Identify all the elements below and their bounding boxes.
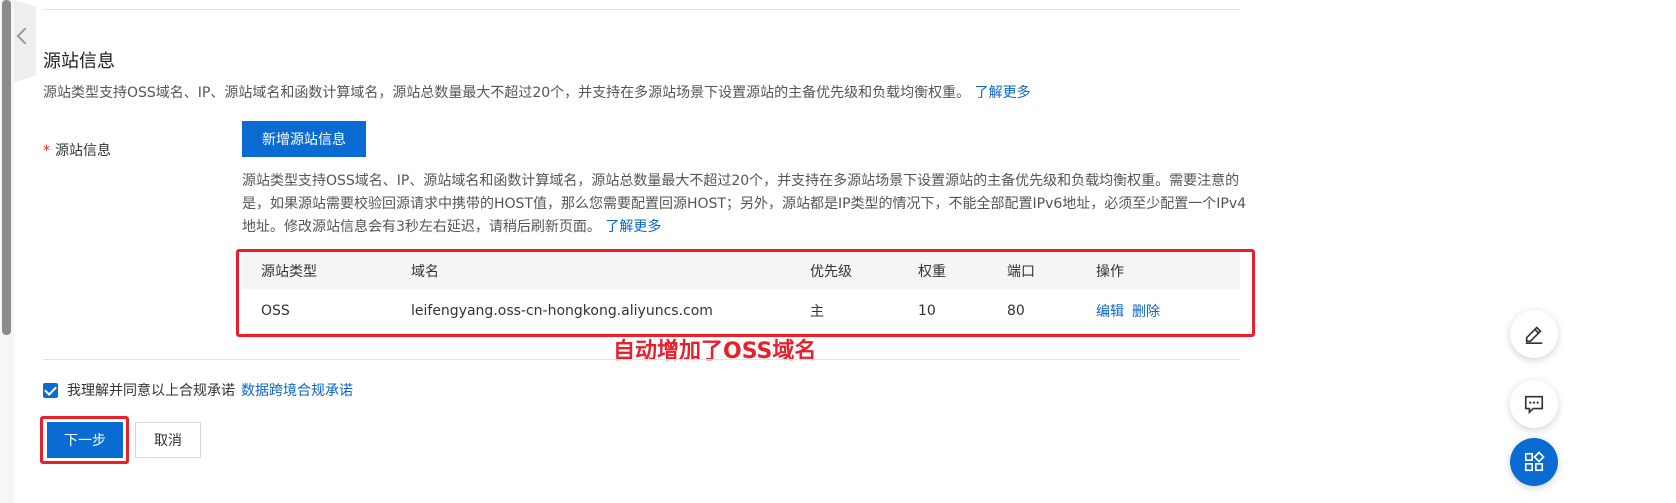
- compliance-link[interactable]: 数据跨境合规承诺: [241, 380, 353, 400]
- collapse-sidebar-button[interactable]: [14, 0, 36, 82]
- apps-button[interactable]: [1510, 438, 1558, 486]
- section-description: 源站类型支持OSS域名、IP、源站域名和函数计算域名，源站总数量最大不超过20个…: [43, 82, 1031, 102]
- chevron-left-icon: [16, 27, 34, 45]
- origin-help-text: 源站类型支持OSS域名、IP、源站域名和函数计算域名，源站总数量最大不超过20个…: [242, 170, 1252, 239]
- top-divider: [43, 9, 1240, 10]
- edit-icon: [1525, 326, 1543, 344]
- next-button[interactable]: 下一步: [47, 422, 123, 458]
- chat-icon: [1524, 395, 1544, 415]
- origin-info-label-text: 源站信息: [55, 143, 111, 159]
- origin-help-text-body: 源站类型支持OSS域名、IP、源站域名和函数计算域名，源站总数量最大不超过20个…: [242, 173, 1247, 235]
- add-origin-button[interactable]: 新增源站信息: [242, 121, 366, 157]
- required-mark: *: [43, 143, 50, 159]
- agreement-text: 我理解并同意以上合规承诺: [67, 383, 235, 399]
- cancel-button[interactable]: 取消: [135, 422, 201, 458]
- section-title: 源站信息: [43, 51, 115, 72]
- annotation-text: 自动增加了OSS域名: [613, 339, 817, 364]
- agreement-row: 我理解并同意以上合规承诺 数据跨境合规承诺: [43, 380, 353, 400]
- origin-info-label: * 源站信息: [43, 140, 111, 160]
- page-scrollbar[interactable]: [0, 0, 14, 503]
- section-description-text: 源站类型支持OSS域名、IP、源站域名和函数计算域名，源站总数量最大不超过20个…: [43, 85, 971, 101]
- scrollbar-thumb[interactable]: [2, 0, 11, 335]
- learn-more-link[interactable]: 了解更多: [975, 85, 1031, 101]
- table-highlight-box: [236, 249, 1255, 337]
- apps-icon: [1524, 451, 1545, 472]
- help-learn-more-link[interactable]: 了解更多: [605, 219, 661, 235]
- chat-button[interactable]: [1510, 380, 1558, 428]
- feedback-edit-button[interactable]: [1510, 310, 1558, 358]
- bottom-divider: [43, 359, 1240, 360]
- agreement-checkbox[interactable]: [43, 382, 58, 398]
